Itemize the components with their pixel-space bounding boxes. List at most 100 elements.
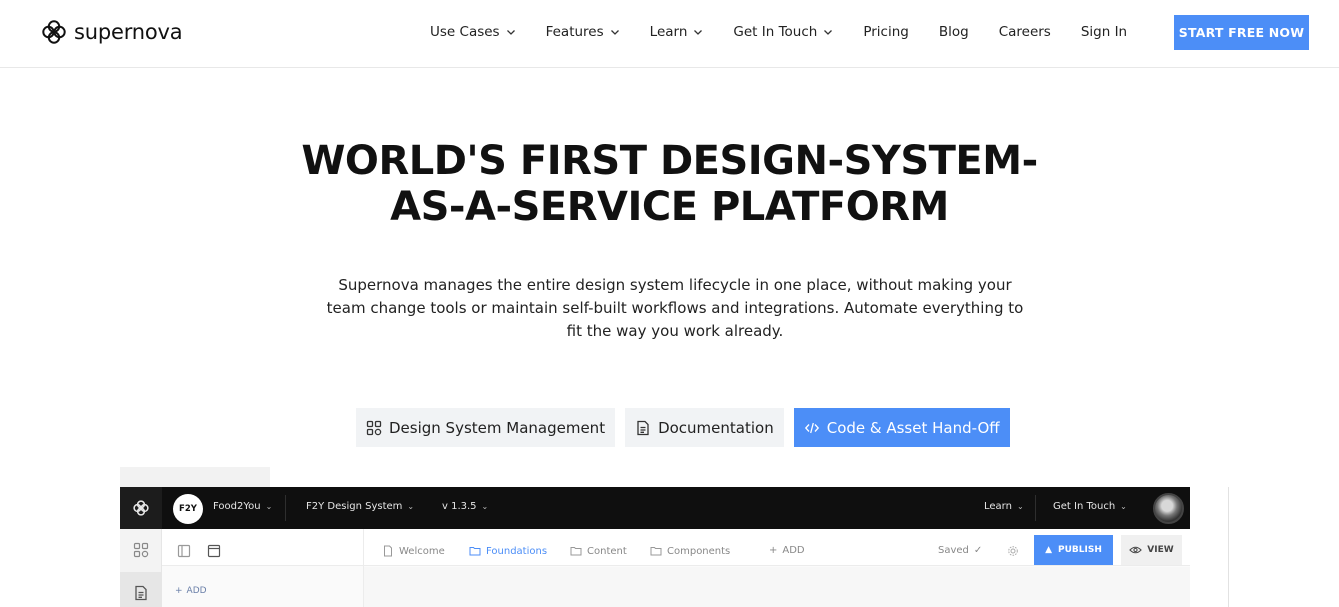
subnav-content-label: Content [587, 545, 627, 557]
menu-use-cases[interactable]: Use Cases [430, 24, 516, 40]
preview-get-in-touch-menu: Get In Touch ⌄ [1053, 501, 1127, 512]
publish-label: PUBLISH [1058, 545, 1102, 555]
components-grid-icon [133, 542, 149, 558]
folder-icon [650, 547, 662, 556]
subnav-content: Content [570, 545, 627, 557]
version-label: v 1.3.5 [442, 501, 477, 512]
menu-label: Learn [649, 24, 688, 40]
hero-title-line-2: AS-A-SERVICE PLATFORM [390, 184, 949, 230]
menu-label: Blog [938, 24, 969, 40]
document-icon [135, 585, 147, 601]
hero-title: WORLD'S FIRST DESIGN-SYSTEM- AS-A-SERVIC… [0, 138, 1339, 230]
user-avatar [1153, 493, 1184, 524]
view-label: VIEW [1147, 545, 1174, 555]
sidebar-add-button: + ADD [175, 586, 207, 596]
document-icon [384, 545, 392, 557]
chevron-down-icon: ⌄ [481, 502, 489, 511]
supernova-logo-icon [133, 500, 149, 516]
topbar-separator [1035, 495, 1036, 521]
version-selector: v 1.3.5 ⌄ [442, 501, 488, 512]
tab-label: Design System Management [389, 418, 606, 437]
brand-name: supernova [74, 20, 183, 44]
menu-label: Pricing [863, 24, 909, 40]
app-preview-screenshot: F2Y Food2You ⌄ F2Y Design System ⌄ v 1.3… [120, 487, 1190, 607]
supernova-logo-icon [42, 20, 66, 44]
folder-icon [570, 547, 582, 556]
code-icon [804, 422, 819, 433]
preview-learn-label: Learn [984, 501, 1012, 512]
menu-careers[interactable]: Careers [999, 24, 1051, 40]
chevron-down-icon [610, 30, 619, 35]
document-icon [637, 420, 649, 435]
chevron-down-icon: ⌄ [265, 502, 273, 511]
subnav-add: + ADD [769, 545, 805, 556]
design-system-name: F2Y Design System [306, 501, 403, 512]
subnav-welcome-label: Welcome [399, 545, 445, 557]
subnav-welcome: Welcome [382, 545, 445, 557]
tab-label: Code & Asset Hand-Off [826, 418, 1000, 437]
window-icon [207, 544, 221, 558]
subnav-components: Components [650, 545, 730, 557]
menu-label: Use Cases [430, 24, 500, 40]
chevron-down-icon: ⌄ [1120, 502, 1127, 511]
app-preview-topbar: F2Y Food2You ⌄ F2Y Design System ⌄ v 1.3… [120, 487, 1190, 529]
chevron-down-icon [506, 30, 515, 35]
app-preview-canvas [364, 567, 1190, 607]
settings-gear [1007, 545, 1019, 557]
rocket-icon: ▲ [1045, 545, 1053, 555]
plus-icon: + [175, 586, 183, 596]
menu-pricing[interactable]: Pricing [863, 24, 909, 40]
grid-icon [366, 420, 382, 435]
sidebar-add-label: ADD [186, 586, 207, 596]
gear-icon [1008, 546, 1018, 556]
preview-learn-menu: Learn ⌄ [984, 501, 1024, 512]
workspace-selector: Food2You ⌄ [213, 501, 272, 512]
main-menu: Use Cases Features Learn Get In Touch Pr… [430, 0, 1157, 64]
subnav-add-label: ADD [782, 545, 805, 556]
subnav-foundations: Foundations [469, 545, 547, 557]
menu-label: Get In Touch [733, 24, 818, 40]
tab-label: Documentation [658, 418, 774, 437]
workspace-name: Food2You [213, 501, 261, 512]
feature-tabs: Design System Management Documentation C… [356, 408, 1010, 447]
preview-divider [1228, 487, 1229, 607]
tab-design-system-management[interactable]: Design System Management [356, 408, 616, 447]
supernova-logo[interactable]: supernova [40, 17, 183, 47]
saved-label: Saved [938, 545, 969, 556]
hero-title-line-1: WORLD'S FIRST DESIGN-SYSTEM- [301, 138, 1038, 184]
subnav-components-label: Components [667, 545, 731, 557]
check-icon: ✓ [973, 545, 983, 556]
topbar-separator [285, 495, 286, 521]
preview-view-button: VIEW [1121, 535, 1182, 565]
hero-subtitle: Supernova manages the entire design syst… [326, 276, 1024, 340]
saved-status: Saved ✓ [938, 545, 982, 556]
menu-label: Careers [998, 24, 1051, 40]
menu-blog[interactable]: Blog [939, 24, 969, 40]
menu-label: Sign In [1080, 24, 1128, 40]
plus-icon: + [769, 545, 778, 556]
top-navigation: supernova Use Cases Features Learn Get I… [0, 0, 1339, 68]
chevron-down-icon [694, 30, 703, 35]
menu-get-in-touch[interactable]: Get In Touch [733, 24, 833, 40]
folder-icon [469, 547, 481, 556]
menu-sign-in[interactable]: Sign In [1081, 24, 1127, 40]
tab-documentation[interactable]: Documentation [625, 408, 784, 447]
design-system-selector: F2Y Design System ⌄ [306, 501, 414, 512]
preview-get-in-touch-label: Get In Touch [1053, 501, 1116, 512]
chevron-down-icon [824, 30, 833, 35]
chevron-down-icon: ⌄ [407, 502, 415, 511]
tab-code-asset-hand-off[interactable]: Code & Asset Hand-Off [793, 408, 1010, 447]
workspace-avatar: F2Y [173, 494, 203, 524]
preview-publish-button: ▲ PUBLISH [1034, 535, 1113, 565]
subnav-foundations-label: Foundations [486, 545, 548, 557]
menu-label: Features [545, 24, 604, 40]
preview-backdrop [120, 467, 270, 487]
eye-icon [1129, 546, 1143, 554]
menu-features[interactable]: Features [546, 24, 620, 40]
panel-toggle-icon [177, 544, 191, 558]
chevron-down-icon: ⌄ [1016, 502, 1024, 511]
app-logo [120, 487, 162, 529]
start-free-now-button[interactable]: START FREE NOW [1174, 15, 1309, 50]
panel-divider [363, 529, 364, 607]
menu-learn[interactable]: Learn [650, 24, 704, 40]
